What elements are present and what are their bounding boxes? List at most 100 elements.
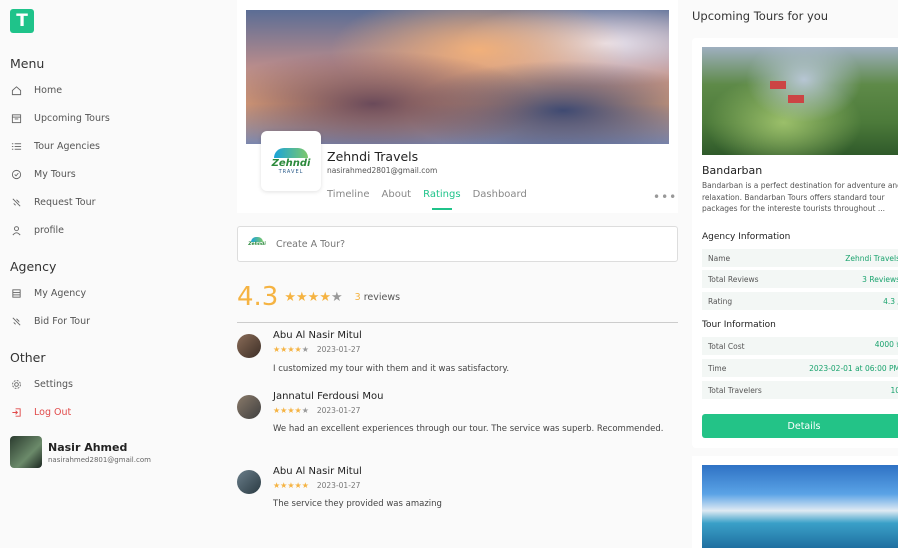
tab-about[interactable]: About <box>382 189 412 200</box>
info-row: Rating 4.3 / <box>702 292 898 310</box>
details-button[interactable]: Details <box>702 414 898 438</box>
sidebar-item-bid-for-tour[interactable]: Bid For Tour <box>10 315 90 327</box>
tab-dashboard[interactable]: Dashboard <box>473 189 527 200</box>
agency-name: Zehndi Travels <box>327 149 419 164</box>
sidebar-item-home[interactable]: Home <box>10 84 62 96</box>
review-meta: ★★★★★ 2023-01-27 <box>273 345 360 354</box>
create-tour-input[interactable]: Zehndi Create A Tour? <box>237 226 678 262</box>
calendar-icon <box>10 112 22 124</box>
sidebar-item-request-tour[interactable]: Request Tour <box>10 196 96 208</box>
rating-stars: ★★★★★ <box>284 289 343 305</box>
info-value: 10 <box>890 385 898 395</box>
user-icon <box>10 224 22 236</box>
sidebar-item-label: profile <box>34 224 65 236</box>
list-icon <box>10 140 22 152</box>
upcoming-tours-title: Upcoming Tours for you <box>692 9 829 23</box>
sidebar-item-label: Home <box>34 84 63 96</box>
agency-info-title: Agency Information <box>702 232 791 242</box>
profile-tabs: Timeline About Ratings Dashboard <box>327 189 539 210</box>
home-icon <box>10 84 22 96</box>
app-logo[interactable]: T <box>10 9 34 33</box>
tour-image <box>702 47 898 155</box>
info-row: Name Zehndi Travels <box>702 249 898 267</box>
info-row: Time 2023-02-01 at 06:00 PM <box>702 359 898 377</box>
tour-name: Bandarban <box>702 164 763 177</box>
info-value: Zehndi Travels <box>845 253 898 263</box>
tab-ratings[interactable]: Ratings <box>423 189 461 210</box>
info-key: Total Travelers <box>708 385 762 395</box>
info-value: 2023-02-01 at 06:00 PM <box>809 363 898 373</box>
user-name: Nasir Ahmed <box>48 440 128 454</box>
logo-sub-text: TRAVEL <box>278 168 304 175</box>
review-item: Abu Al Nasir Mitul ★★★★★ 2023-01-27 I cu… <box>237 330 678 380</box>
plane-icon <box>10 196 22 208</box>
sidebar-item-label: Bid For Tour <box>34 315 90 327</box>
avatar <box>10 436 42 468</box>
building-icon <box>10 287 22 299</box>
review-item: Jannatul Ferdousi Mou ★★★★★ 2023-01-27 W… <box>237 391 678 451</box>
cover-image <box>246 10 669 144</box>
logo-brand-text: Zehndi <box>271 157 311 169</box>
review-meta: ★★★★★ 2023-01-27 <box>273 406 360 415</box>
reviews-count: 3 reviews <box>355 292 400 303</box>
reviewer-avatar <box>237 334 261 358</box>
review-date: 2023-01-27 <box>316 406 361 415</box>
review-stars: ★★★★★ <box>273 481 309 490</box>
info-key: Total Reviews <box>708 274 759 284</box>
create-tour-placeholder: Create A Tour? <box>276 238 346 250</box>
tab-timeline[interactable]: Timeline <box>327 189 370 200</box>
review-text: The service they provided was amazing <box>273 499 442 509</box>
agency-mini-logo: Zehndi <box>248 237 266 251</box>
agency-logo: Zehndi TRAVEL <box>261 131 321 191</box>
info-value: 4000 ৳ <box>874 340 898 349</box>
reviewer-name: Jannatul Ferdousi Mou <box>273 391 384 402</box>
user-profile[interactable]: Nasir Ahmed nasirahmed2801@gmail.com <box>10 436 151 468</box>
check-circle-icon <box>10 168 22 180</box>
mini-logo-text: Zehndi <box>248 242 266 247</box>
review-text: I customized my tour with them and it wa… <box>273 364 510 374</box>
app-root: T Menu Home Upcoming Tours Tour Agencies… <box>0 0 898 548</box>
plane-icon <box>10 315 22 327</box>
sidebar-item-my-agency[interactable]: My Agency <box>10 287 86 299</box>
agency-email: nasirahmed2801@gmail.com <box>327 166 438 175</box>
sidebar-item-upcoming-tours[interactable]: Upcoming Tours <box>10 112 110 124</box>
more-options-icon[interactable]: ••• <box>653 190 677 204</box>
review-meta: ★★★★★ 2023-01-27 <box>273 481 360 490</box>
reviews-count-label: reviews <box>363 291 401 303</box>
upcoming-tours-panel: Upcoming Tours for you Bandarban Bandarb… <box>692 0 898 548</box>
info-key: Rating <box>708 296 733 306</box>
wave-icon <box>274 147 308 158</box>
tour-image <box>702 465 898 548</box>
reviewer-avatar <box>237 470 261 494</box>
sidebar-item-label: Upcoming Tours <box>34 112 110 124</box>
info-row: Total Cost 4000 ৳ <box>702 337 898 355</box>
logout-icon <box>10 406 22 418</box>
average-rating: 4.3 <box>237 282 279 312</box>
review-date: 2023-01-27 <box>316 345 361 354</box>
reviewer-name: Abu Al Nasir Mitul <box>273 466 362 477</box>
user-email: nasirahmed2801@gmail.com <box>48 455 151 464</box>
gear-icon <box>10 378 22 390</box>
info-key: Time <box>708 363 727 373</box>
tour-card: Bandarban Bandarban is a perfect destina… <box>692 38 898 448</box>
tour-description: Bandarban is a perfect destination for a… <box>702 181 898 213</box>
info-key: Total Cost <box>708 341 745 351</box>
sidebar: T Menu Home Upcoming Tours Tour Agencies… <box>0 0 220 548</box>
info-row: Total Travelers 10 <box>702 381 898 399</box>
reviewer-avatar <box>237 395 261 419</box>
sidebar-item-logout[interactable]: Log Out <box>10 406 71 418</box>
sidebar-item-label: Tour Agencies <box>34 140 100 152</box>
info-value: 4.3 / <box>883 296 898 306</box>
sidebar-item-my-tours[interactable]: My Tours <box>10 168 76 180</box>
main-content: Zehndi TRAVEL Zehndi Travels nasirahmed2… <box>237 0 679 548</box>
sidebar-item-tour-agencies[interactable]: Tour Agencies <box>10 140 100 152</box>
sidebar-item-settings[interactable]: Settings <box>10 378 73 390</box>
review-item: Abu Al Nasir Mitul ★★★★★ 2023-01-27 The … <box>237 466 678 516</box>
review-text: We had an excellent experiences through … <box>273 424 664 434</box>
sidebar-item-profile[interactable]: profile <box>10 224 64 236</box>
other-section-title: Other <box>10 350 46 365</box>
review-date: 2023-01-27 <box>316 481 361 490</box>
menu-section-title: Menu <box>10 56 45 71</box>
review-stars: ★★★★★ <box>273 345 309 354</box>
tour-card <box>692 456 898 548</box>
